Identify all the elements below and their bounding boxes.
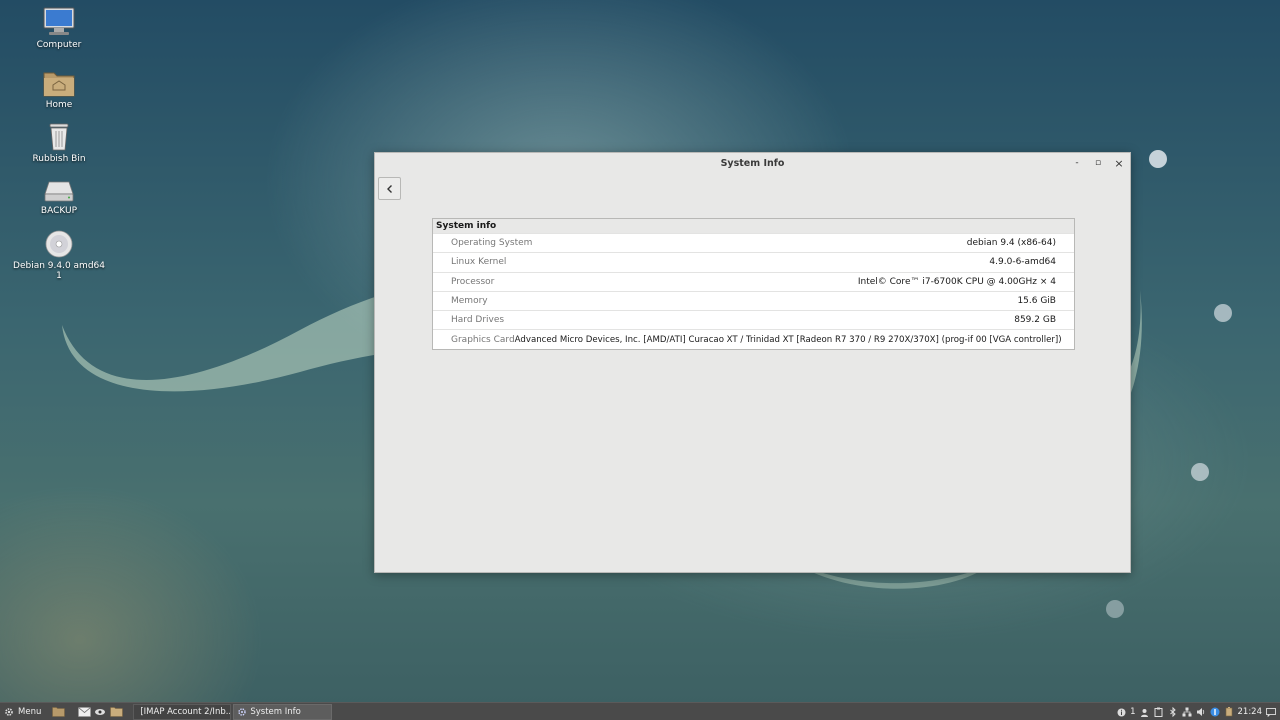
clipboard-icon[interactable]	[1154, 707, 1164, 717]
clock[interactable]: 21:24	[1238, 707, 1263, 717]
chevron-left-icon	[386, 184, 392, 193]
row-value: debian 9.4 (x86-64)	[966, 238, 1056, 249]
volume-icon[interactable]	[1196, 707, 1206, 717]
row-label: Operating System	[451, 238, 533, 249]
wallpaper-dot	[1106, 600, 1124, 618]
desktop-icon-label: BACKUP	[40, 206, 78, 216]
user-icon[interactable]	[1140, 707, 1150, 717]
power-icon[interactable]	[1224, 707, 1234, 717]
row-value: Intel© Core™ i7-6700K CPU @ 4.00GHz × 4	[857, 276, 1056, 287]
menu-button[interactable]: Menu	[0, 703, 45, 720]
network-icon[interactable]	[1182, 707, 1192, 717]
desktop-icon-label: Home	[45, 100, 73, 110]
system-info-panel: System info Operating System debian 9.4 …	[432, 218, 1075, 350]
taskbar-task-system-info[interactable]: System Info	[233, 703, 333, 720]
row-label: Graphics Card	[451, 334, 515, 345]
notifications-icon[interactable]	[1266, 707, 1276, 717]
row-label: Hard Drives	[451, 315, 505, 326]
row-value: 15.6 GiB	[1017, 296, 1056, 307]
task-label: System Info	[250, 706, 301, 717]
desktop-icon-label: Rubbish Bin	[32, 154, 86, 164]
launcher-file-manager[interactable]	[51, 705, 65, 719]
desktop-icon-label: Computer	[36, 40, 82, 50]
notification-count: 1	[1130, 707, 1136, 717]
mail-icon	[78, 706, 91, 717]
desktop-icon-backup[interactable]: BACKUP	[9, 178, 109, 216]
info-row-linux-kernel: Linux Kernel 4.9.0-6-amd64	[433, 252, 1074, 271]
launcher-files[interactable]	[109, 705, 123, 719]
wallpaper-dot	[1191, 463, 1209, 481]
trash-icon	[49, 123, 69, 151]
info-row-processor: Processor Intel© Core™ i7-6700K CPU @ 4.…	[433, 271, 1074, 291]
desktop-icon-rubbish-bin[interactable]: Rubbish Bin	[9, 120, 109, 164]
gear-icon	[5, 707, 13, 716]
info-icon[interactable]	[1116, 707, 1126, 717]
home-folder-icon	[43, 72, 75, 97]
task-label: [IMAP Account 2/Inb...	[140, 706, 232, 717]
taskbar-task-mail[interactable]: [IMAP Account 2/Inb...	[133, 703, 232, 720]
desktop-icon-home[interactable]: Home	[9, 68, 109, 110]
drive-icon	[44, 181, 74, 202]
launcher-web-browser[interactable]	[93, 705, 107, 719]
row-value: 4.9.0-6-amd64	[989, 257, 1056, 268]
desktop-icon-label: Debian 9.4.0 amd64 1	[13, 261, 105, 281]
system-info-window: System Info - ▫ × System info Operating …	[374, 152, 1131, 573]
taskbar: Menu [IMAP Account 2/Inb... System Info …	[0, 702, 1280, 720]
info-row-hard-drives: Hard Drives 859.2 GB	[433, 310, 1074, 329]
row-value: Advanced Micro Devices, Inc. [AMD/ATI] C…	[514, 334, 1062, 345]
update-icon[interactable]	[1210, 707, 1220, 717]
row-label: Processor	[451, 276, 495, 287]
system-info-icon	[238, 707, 247, 716]
back-button[interactable]	[378, 177, 401, 200]
minimize-button[interactable]: -	[1070, 156, 1084, 170]
folder-icon	[110, 707, 123, 717]
folder-icon	[52, 707, 65, 717]
launcher-mail[interactable]	[77, 705, 91, 719]
info-row-memory: Memory 15.6 GiB	[433, 290, 1074, 310]
bluetooth-icon[interactable]	[1168, 707, 1178, 717]
row-label: Linux Kernel	[451, 257, 507, 268]
row-value: 859.2 GB	[1014, 315, 1056, 326]
wallpaper-dot	[1149, 150, 1167, 168]
info-row-operating-system: Operating System debian 9.4 (x86-64)	[433, 233, 1074, 252]
row-label: Memory	[451, 296, 488, 307]
maximize-button[interactable]: ▫	[1091, 156, 1105, 170]
desktop-icon-computer[interactable]: Computer	[9, 6, 109, 50]
desktop-icon-debian-disc[interactable]: Debian 9.4.0 amd64 1	[9, 229, 109, 281]
section-title: System info	[433, 219, 1074, 233]
menu-label: Menu	[18, 706, 42, 717]
wallpaper-dot	[1214, 304, 1232, 322]
eye-icon	[95, 708, 106, 715]
window-titlebar[interactable]: System Info - ▫ ×	[375, 153, 1130, 173]
disc-icon	[45, 230, 73, 258]
system-tray: 1 21:24	[1116, 703, 1280, 720]
close-button[interactable]: ×	[1112, 156, 1126, 170]
computer-icon	[43, 7, 75, 35]
window-title: System Info	[720, 157, 785, 169]
info-row-graphics-card: Graphics Card Advanced Micro Devices, In…	[433, 329, 1074, 348]
